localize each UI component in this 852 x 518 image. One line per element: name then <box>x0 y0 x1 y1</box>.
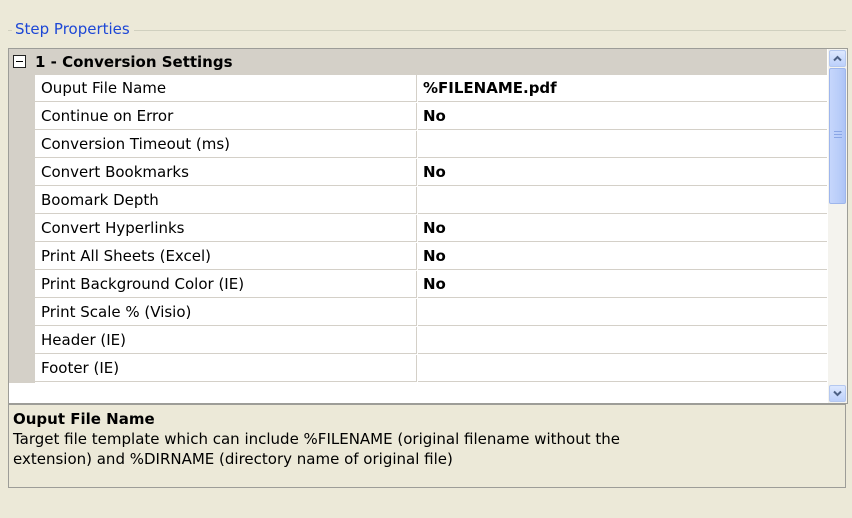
property-name[interactable]: Ouput File Name <box>35 75 417 102</box>
property-name[interactable]: Footer (IE) <box>35 355 417 382</box>
row-margin <box>9 215 35 243</box>
help-title: Ouput File Name <box>13 410 155 428</box>
row-margin <box>9 75 35 103</box>
property-value[interactable]: No <box>418 103 827 130</box>
property-name[interactable]: Print All Sheets (Excel) <box>35 243 417 270</box>
property-name[interactable]: Header (IE) <box>35 327 417 354</box>
property-row-continue-on-error[interactable]: Continue on Error No <box>9 103 827 131</box>
property-row-header[interactable]: Header (IE) <box>9 327 827 355</box>
property-name[interactable]: Print Scale % (Visio) <box>35 299 417 326</box>
property-value[interactable]: No <box>418 243 827 270</box>
property-row-print-all-sheets[interactable]: Print All Sheets (Excel) No <box>9 243 827 271</box>
row-margin <box>9 187 35 215</box>
scroll-up-button[interactable] <box>829 50 846 67</box>
row-margin <box>9 299 35 327</box>
group-title: Step Properties <box>12 19 134 39</box>
property-name[interactable]: Convert Bookmarks <box>35 159 417 186</box>
property-row-print-background-color[interactable]: Print Background Color (IE) No <box>9 271 827 299</box>
category-row[interactable]: 1 - Conversion Settings <box>9 49 827 75</box>
row-margin <box>9 131 35 159</box>
property-value[interactable]: No <box>418 159 827 186</box>
row-margin <box>9 103 35 131</box>
scroll-down-button[interactable] <box>829 385 846 402</box>
help-description: Target file template which can include %… <box>13 429 833 469</box>
row-margin <box>9 355 35 383</box>
property-value[interactable] <box>418 187 827 214</box>
help-description-line: extension) and %DIRNAME (directory name … <box>13 450 453 468</box>
scroll-thumb[interactable] <box>829 68 846 204</box>
row-margin <box>9 327 35 355</box>
property-name[interactable]: Convert Hyperlinks <box>35 215 417 242</box>
property-name[interactable]: Print Background Color (IE) <box>35 271 417 298</box>
property-row-output-file-name[interactable]: Ouput File Name %FILENAME.pdf <box>9 75 827 103</box>
help-pane: Ouput File Name Target file template whi… <box>8 404 846 488</box>
chevron-up-icon <box>833 55 842 62</box>
property-value[interactable]: No <box>418 215 827 242</box>
row-margin <box>9 243 35 271</box>
property-value[interactable] <box>418 299 827 326</box>
property-row-print-scale[interactable]: Print Scale % (Visio) <box>9 299 827 327</box>
property-rows: Ouput File Name %FILENAME.pdf Continue o… <box>9 75 827 383</box>
property-row-convert-bookmarks[interactable]: Convert Bookmarks No <box>9 159 827 187</box>
thumb-grip-line <box>834 134 842 135</box>
property-name[interactable]: Continue on Error <box>35 103 417 130</box>
thumb-grip-line <box>834 131 842 132</box>
property-value[interactable] <box>418 355 827 382</box>
property-row-conversion-timeout[interactable]: Conversion Timeout (ms) <box>9 131 827 159</box>
property-name[interactable]: Conversion Timeout (ms) <box>35 131 417 158</box>
row-margin <box>9 159 35 187</box>
property-grid: 1 - Conversion Settings Ouput File Name … <box>8 48 848 404</box>
property-value[interactable] <box>418 131 827 158</box>
property-row-bookmark-depth[interactable]: Boomark Depth <box>9 187 827 215</box>
property-name[interactable]: Boomark Depth <box>35 187 417 214</box>
property-value[interactable] <box>418 327 827 354</box>
property-value[interactable]: %FILENAME.pdf <box>418 75 827 102</box>
category-label: 1 - Conversion Settings <box>35 53 233 71</box>
help-description-line: Target file template which can include %… <box>13 430 620 448</box>
row-margin <box>9 271 35 299</box>
thumb-grip-line <box>834 137 842 138</box>
collapse-minus-icon[interactable] <box>13 55 26 68</box>
chevron-down-icon <box>833 390 842 397</box>
property-row-convert-hyperlinks[interactable]: Convert Hyperlinks No <box>9 215 827 243</box>
property-row-footer[interactable]: Footer (IE) <box>9 355 827 383</box>
vertical-scrollbar[interactable] <box>828 49 847 403</box>
property-value[interactable]: No <box>418 271 827 298</box>
